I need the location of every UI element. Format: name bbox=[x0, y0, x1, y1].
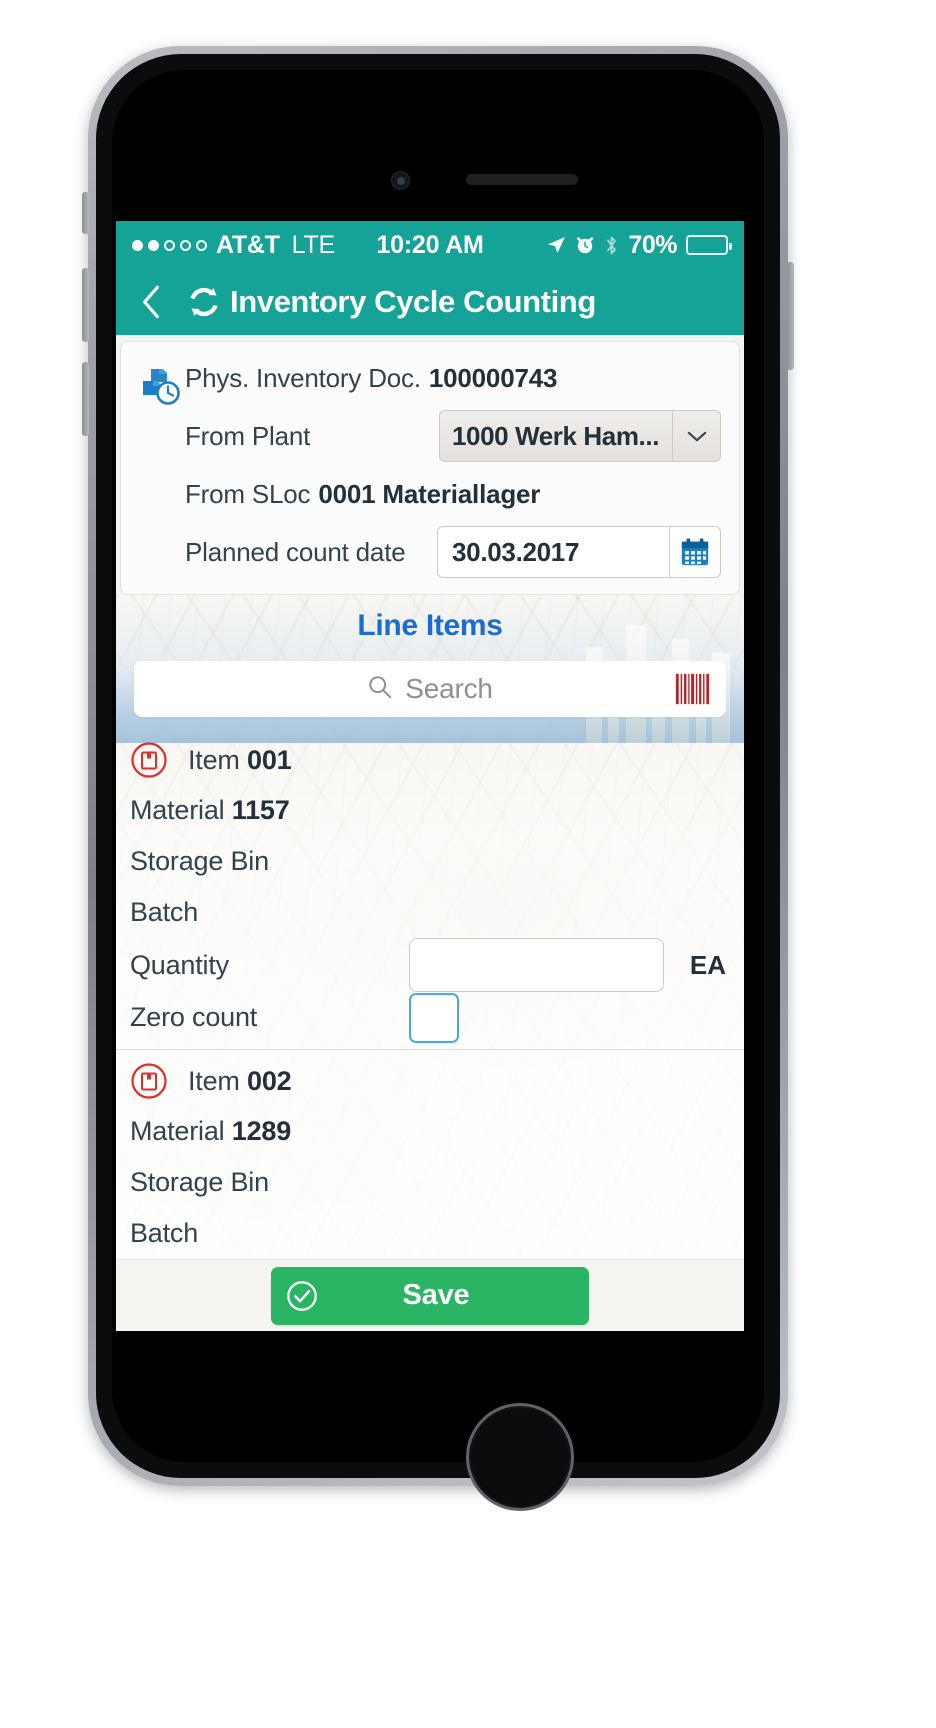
silent-switch[interactable] bbox=[82, 192, 89, 234]
material-text: Material 1289 bbox=[130, 1116, 291, 1147]
storage-bin-label: Storage Bin bbox=[130, 846, 269, 876]
list-item[interactable]: Item 002 Material 1289 Storage Bin Batch bbox=[116, 1054, 744, 1263]
inventory-document-clock-icon bbox=[137, 362, 183, 408]
material-value: 1157 bbox=[231, 795, 290, 825]
save-button[interactable]: Save bbox=[271, 1266, 589, 1325]
storage-bin-label: Storage Bin bbox=[130, 1167, 269, 1197]
signal-dot-4 bbox=[180, 239, 191, 251]
signal-dot-3 bbox=[164, 239, 175, 251]
item-number-text: Item 001 bbox=[188, 744, 292, 776]
planned-date-control: 30.03.2017 bbox=[437, 526, 721, 578]
plant-select[interactable]: 1000 Werk Ham... bbox=[439, 410, 721, 462]
search-area: Search bbox=[116, 655, 744, 717]
footer-bar: Save bbox=[116, 1259, 744, 1331]
home-button[interactable] bbox=[466, 1403, 574, 1511]
material-label: Material bbox=[130, 795, 225, 825]
battery-percent-label: 70% bbox=[628, 230, 677, 259]
batch-row: Batch bbox=[116, 1208, 744, 1259]
zero-count-control bbox=[409, 992, 664, 1043]
calendar-icon[interactable] bbox=[669, 526, 721, 578]
chevron-down-icon bbox=[672, 411, 720, 461]
material-text: Material 1157 bbox=[130, 795, 290, 826]
line-items-body: Line Items Search Item 001 Material 1157… bbox=[116, 595, 744, 1331]
doc-value: 100000743 bbox=[428, 362, 558, 393]
search-icon bbox=[367, 674, 393, 705]
battery-icon bbox=[686, 235, 732, 255]
inventory-header-card: Phys. Inventory Doc. 100000743 From Plan… bbox=[120, 341, 740, 595]
doc-label: Phys. Inventory Doc. bbox=[185, 362, 421, 393]
navigation-title-group: Inventory Cycle Counting bbox=[186, 284, 596, 320]
volume-up-button[interactable] bbox=[82, 268, 89, 342]
planned-date-row: Planned count date 30.03.2017 bbox=[121, 526, 739, 578]
save-button-label: Save bbox=[402, 1279, 470, 1311]
sloc-label: From SLoc bbox=[185, 478, 311, 509]
zero-count-label: Zero count bbox=[130, 1002, 258, 1032]
plant-label: From Plant bbox=[185, 420, 311, 451]
status-bar: AT&T LTE 10:20 AM 70% bbox=[116, 221, 744, 269]
item-value: 002 bbox=[247, 1065, 292, 1096]
location-arrow-icon bbox=[546, 235, 566, 255]
network-type-label: LTE bbox=[291, 230, 336, 259]
planned-date-label: Planned count date bbox=[185, 536, 406, 567]
planned-date-input[interactable]: 30.03.2017 bbox=[437, 526, 669, 578]
barcode-scanner-icon[interactable] bbox=[672, 669, 714, 709]
bluetooth-icon bbox=[604, 235, 619, 256]
batch-label: Batch bbox=[130, 1218, 199, 1248]
list-item[interactable]: Item 001 Material 1157 Storage Bin Batch… bbox=[116, 733, 744, 1054]
line-items-title: Line Items bbox=[357, 609, 503, 642]
signal-strength-dots bbox=[132, 239, 207, 251]
status-bar-left: AT&T LTE bbox=[132, 231, 335, 260]
batch-label: Batch bbox=[130, 897, 199, 927]
phone-screen: AT&T LTE 10:20 AM 70% Inventory Cycle Co… bbox=[116, 221, 744, 1331]
material-label: Material bbox=[130, 1116, 225, 1146]
item-label: Item bbox=[188, 744, 240, 775]
power-button[interactable] bbox=[787, 262, 794, 370]
carrier-label: AT&T bbox=[216, 230, 280, 259]
cycle-refresh-icon bbox=[186, 284, 222, 320]
sloc-value: 0001 Materiallager bbox=[318, 478, 541, 509]
item-box-icon bbox=[130, 1062, 168, 1100]
front-camera bbox=[391, 171, 410, 190]
volume-down-button[interactable] bbox=[82, 362, 89, 436]
alarm-clock-icon bbox=[575, 235, 595, 255]
item-box-icon bbox=[130, 741, 168, 779]
item-number-text: Item 002 bbox=[188, 1065, 292, 1097]
sloc-row: From SLoc 0001 Materiallager bbox=[121, 472, 739, 516]
item-header: Item 002 bbox=[116, 1054, 744, 1106]
storage-bin-row: Storage Bin bbox=[116, 1157, 744, 1208]
back-button[interactable] bbox=[116, 284, 186, 320]
item-value: 001 bbox=[247, 744, 292, 775]
item-label: Item bbox=[188, 1065, 240, 1096]
status-bar-right: 70% bbox=[546, 230, 732, 260]
line-items-list: Item 001 Material 1157 Storage Bin Batch… bbox=[116, 733, 744, 1263]
list-divider bbox=[116, 1049, 744, 1050]
page-title: Inventory Cycle Counting bbox=[230, 284, 596, 319]
zero-count-row: Zero count bbox=[116, 992, 744, 1043]
batch-row: Batch bbox=[116, 887, 744, 938]
plant-row: From Plant 1000 Werk Ham... bbox=[121, 410, 739, 462]
plant-select-value: 1000 Werk Ham... bbox=[452, 420, 660, 451]
storage-bin-row: Storage Bin bbox=[116, 836, 744, 887]
material-row: Material 1289 bbox=[116, 1106, 744, 1157]
signal-dot-5 bbox=[196, 239, 207, 251]
quantity-input[interactable] bbox=[409, 938, 664, 992]
quantity-row: Quantity EA bbox=[116, 938, 744, 992]
search-placeholder-group: Search bbox=[134, 673, 726, 705]
signal-dot-2 bbox=[148, 239, 159, 251]
item-header: Item 001 bbox=[116, 733, 744, 785]
screenshot-canvas: AT&T LTE 10:20 AM 70% Inventory Cycle Co… bbox=[0, 0, 936, 1728]
material-value: 1289 bbox=[231, 1116, 292, 1146]
doc-row: Phys. Inventory Doc. 100000743 bbox=[121, 356, 739, 400]
zero-count-checkbox[interactable] bbox=[409, 992, 459, 1043]
navigation-bar: Inventory Cycle Counting bbox=[116, 269, 744, 335]
quantity-uom: EA bbox=[689, 949, 726, 980]
material-row: Material 1157 bbox=[116, 785, 744, 836]
signal-dot-1 bbox=[132, 239, 143, 251]
check-circle-icon bbox=[271, 1279, 333, 1313]
search-bar[interactable]: Search bbox=[134, 661, 726, 717]
search-input[interactable]: Search bbox=[405, 673, 493, 705]
earpiece-speaker bbox=[466, 174, 578, 185]
quantity-label: Quantity bbox=[130, 949, 229, 980]
